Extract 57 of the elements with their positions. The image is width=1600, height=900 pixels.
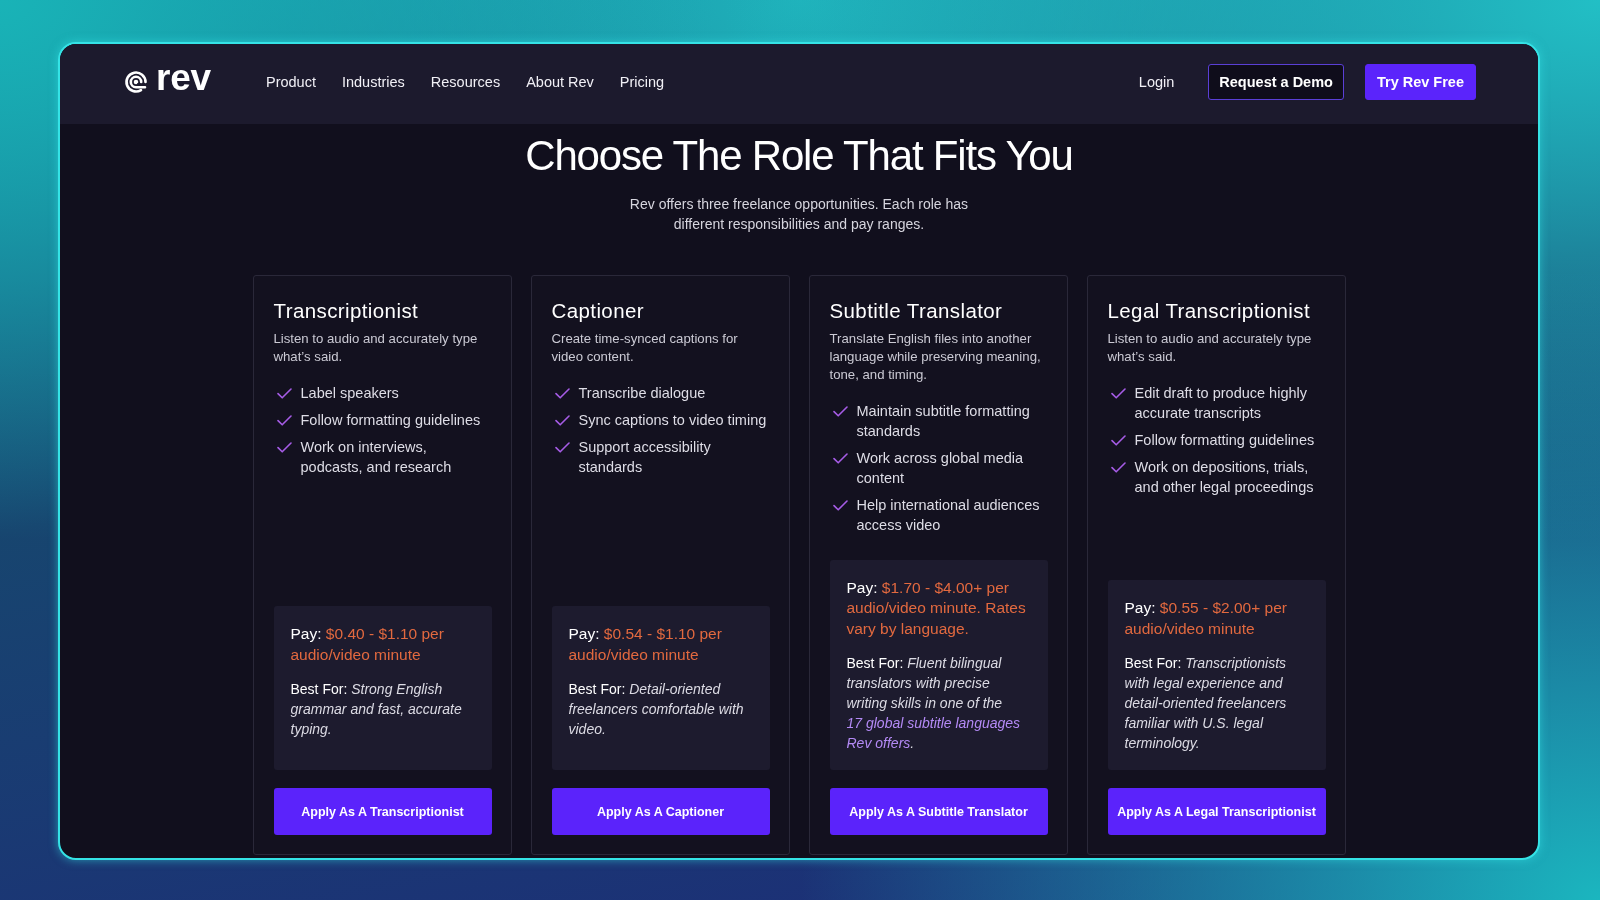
demo-button[interactable]: Request a Demo	[1208, 64, 1344, 100]
role-description: Create time-synced captions for video content.	[551, 330, 739, 366]
check-icon	[832, 406, 848, 417]
logo-icon[interactable]	[124, 70, 148, 94]
nav-link[interactable]: Product	[265, 72, 316, 92]
check-icon	[276, 388, 292, 399]
feature-text: Label speakers	[300, 384, 399, 403]
nav-link[interactable]: Industries	[341, 72, 405, 92]
page-subtitle: Rev offers three freelance opportunities. Each role has different responsibilities and pay ranges.	[628, 195, 970, 234]
best-for-text: Best For: Transcriptionists with legal experience and detail-oriented freelancers familiar with U.S. legal terminology.	[1124, 654, 1288, 753]
best-for-text: Best For: Fluent bilingual translators with precise writing skills in one of the 17 global subtitle languages Rev offers.	[846, 653, 1032, 753]
feature-text: Work on depositions, trials, and other legal proceedings	[1134, 458, 1315, 497]
logo-text[interactable]: rev	[156, 58, 211, 98]
feature-text: Work across global media content	[856, 449, 1025, 488]
feature-text: Help international audiences access video	[856, 496, 1041, 535]
role-title: Legal Transcriptionist	[1107, 298, 1311, 324]
feature-text: Work on interviews, podcasts, and research	[300, 438, 453, 477]
nav-link[interactable]: Pricing	[619, 72, 665, 92]
apply-button[interactable]: Apply As A Transcriptionist	[273, 788, 492, 835]
role-title: Subtitle Translator	[829, 298, 1004, 324]
role-title: Transcriptionist	[273, 298, 420, 324]
check-icon	[832, 453, 848, 464]
check-icon	[832, 500, 848, 511]
apply-button[interactable]: Apply As A Subtitle Translator	[829, 788, 1048, 835]
check-icon	[276, 415, 292, 426]
check-icon	[1110, 435, 1126, 446]
page-title: Choose The Role That Fits You	[525, 131, 1073, 181]
pay-text: Pay: $0.40 - $1.10 per audio/video minute	[290, 624, 445, 665]
apply-button[interactable]: Apply As A Captioner	[551, 788, 770, 835]
check-icon	[1110, 462, 1126, 473]
check-icon	[554, 442, 570, 453]
try-free-button[interactable]: Try Rev Free	[1364, 64, 1476, 100]
check-icon	[276, 442, 292, 453]
pay-text: Pay: $0.54 - $1.10 per audio/video minute	[568, 624, 723, 665]
feature-text: Support accessibility standards	[578, 438, 712, 477]
feature-text: Edit draft to produce highly accurate transcripts	[1134, 384, 1308, 423]
languages-link[interactable]: 17 global subtitle languages Rev offers.	[846, 713, 1032, 753]
nav-link[interactable]: About Rev	[526, 72, 594, 92]
feature-text: Follow formatting guidelines	[300, 411, 481, 430]
pay-text: Pay: $0.55 - $2.00+ per audio/video minute	[1124, 598, 1288, 639]
check-icon	[554, 415, 570, 426]
check-icon	[554, 388, 570, 399]
best-for-text: Best For: Strong English grammar and fast, accurate typing.	[290, 680, 463, 739]
apply-button[interactable]: Apply As A Legal Transcriptionist	[1107, 788, 1326, 835]
best-for-text: Best For: Detail-oriented freelancers comfortable with video.	[568, 680, 745, 739]
feature-text: Transcribe dialogue	[578, 384, 706, 403]
role-description: Translate English files into another language while preserving meaning, tone, and timing.	[829, 330, 1042, 384]
nav-link[interactable]: Resources	[430, 72, 501, 92]
role-description: Listen to audio and accurately type what’s said.	[1107, 330, 1313, 366]
role-description: Listen to audio and accurately type what’s said.	[273, 330, 479, 366]
role-title: Captioner	[551, 298, 645, 324]
feature-text: Follow formatting guidelines	[1134, 431, 1315, 450]
feature-text: Sync captions to video timing	[578, 411, 767, 430]
feature-text: Maintain subtitle formatting standards	[856, 402, 1031, 441]
login-link[interactable]: Login	[1138, 74, 1175, 90]
check-icon	[1110, 388, 1126, 399]
pay-text: Pay: $1.70 - $4.00+ per audio/video minute. Rates vary by language.	[846, 577, 1027, 639]
